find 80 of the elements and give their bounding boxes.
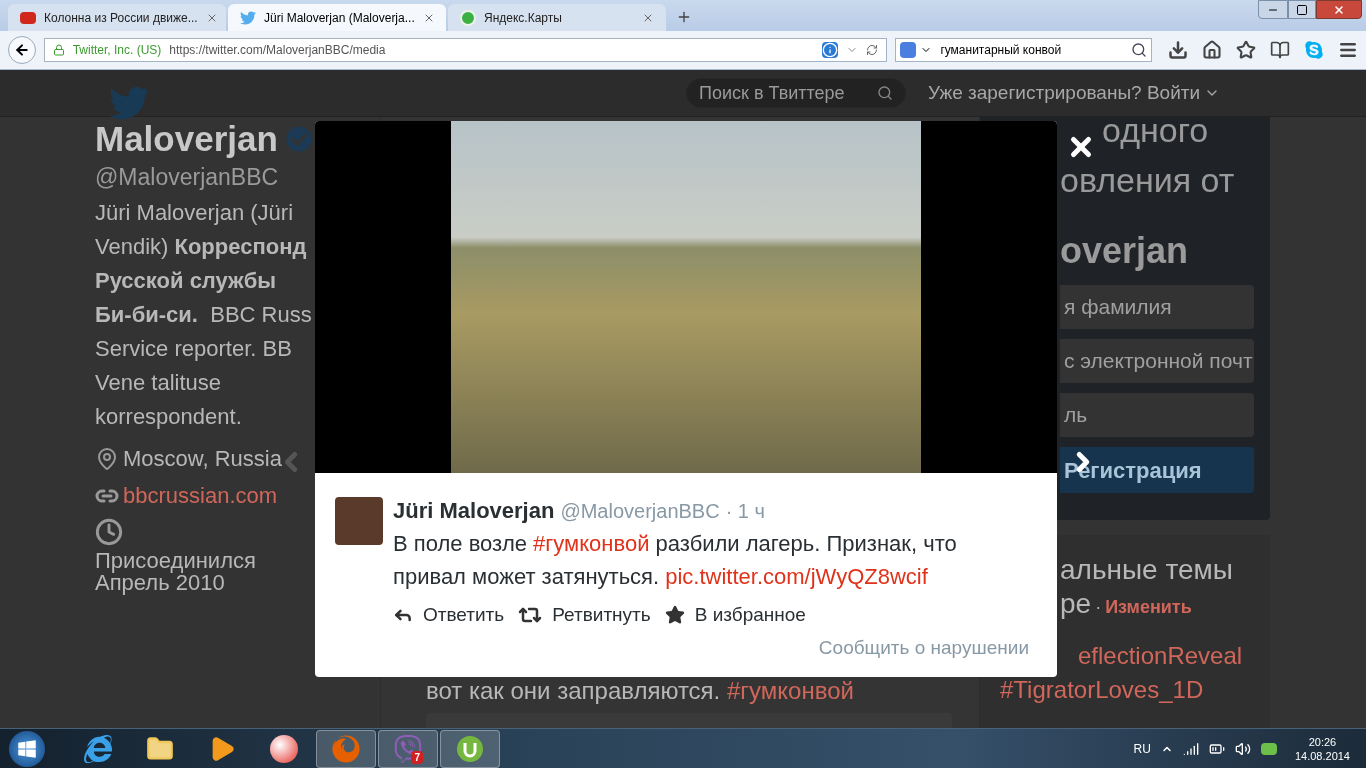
maximize-icon [1296,3,1308,16]
verified-icon [285,126,312,152]
firefox-icon [332,734,360,763]
website-link[interactable]: bbcrussian.com [123,479,278,512]
signup-button[interactable]: Регистрация [1060,447,1254,493]
download-icon[interactable] [1168,40,1188,60]
search-engine-icon[interactable] [900,42,917,58]
trends-title: ре [1060,587,1092,621]
site-identity[interactable]: Twitter, Inc. (US) [72,41,162,59]
profile-location: Moscow, Russia [123,445,282,473]
profile-name: Maloverjan [95,118,278,160]
browser-tab[interactable]: Колонна из России движе... [8,4,226,31]
menu-icon[interactable] [1338,40,1358,60]
notification-badge: 7 [411,750,423,764]
bird-icon [240,9,256,26]
trends-title: альные темы [1060,553,1234,587]
signup-name: overjan [1060,229,1190,273]
phone-bubble-icon [394,734,422,763]
favicon-icon [20,11,36,24]
signup-heading: овления от [1060,161,1236,199]
input-field[interactable]: ль [1060,393,1254,437]
tweet-link[interactable]: #гумконвой [726,677,854,704]
folder-icon [146,734,174,763]
login-link[interactable]: Уже зарегистрированы? Войти [928,78,1221,108]
maximize-button[interactable] [1288,0,1316,19]
search-field[interactable]: Поиск в Твиттере [686,78,906,108]
taskbar-app[interactable] [440,729,500,768]
tweet-time[interactable]: · 1 ч [725,497,765,525]
clock[interactable]: 20:26 14.08.2014 [1294,734,1350,763]
profile-bio: Jüri Maloverjan (Jüri Vendik) Корреспонд Русской службы Би-би-си. BBC Russ Service reporter. BB Vene talituse korrespondent. [95,199,313,431]
trend-link[interactable]: eflectionReveal [1078,639,1270,673]
tweet-text: вот как они заправляются. #гумконвой [426,677,855,705]
close-icon [1333,3,1345,16]
clock-icon [95,518,123,546]
favicon-icon [460,9,476,26]
lock-icon [52,44,65,56]
join-date: Присоединился Апрель 2010 [95,550,257,594]
search-icon[interactable] [1131,42,1147,58]
network-icon[interactable] [1260,742,1277,755]
reload-icon[interactable] [866,44,879,56]
signal-icon[interactable] [1182,740,1199,757]
tweet-action[interactable]: Ретвитнуть [518,601,651,630]
browser-tab[interactable]: Jüri Maloverjan (Maloverja... [228,4,446,31]
search-icon[interactable] [877,85,893,101]
browser-tab[interactable]: Яндекс.Карты [448,4,666,31]
info-icon[interactable] [822,42,839,58]
tweet-link[interactable]: #гумконвой [533,531,650,556]
change-link[interactable]: Изменить [1105,594,1192,621]
signup-heading: одного [1102,111,1210,149]
windows-logo-icon [17,738,37,759]
close-button[interactable] [1316,0,1362,19]
input-field[interactable]: с электронной почт [1060,339,1254,383]
author-handle: @MaloverjanBBC [560,499,720,524]
bookmarks-icon[interactable] [1270,40,1290,60]
new-tab-icon[interactable] [676,9,692,25]
input-field[interactable]: я фамилия [1060,285,1254,329]
tweet-action[interactable]: В избранное [664,601,806,630]
search-field[interactable]: гуманитарный конвой [895,38,1152,62]
torrent-icon [456,734,484,763]
author-name[interactable]: Jüri Maloverjan [393,497,555,525]
separator-dot: · [1095,596,1102,619]
browser-icon [84,734,112,763]
tweet-action[interactable]: Ответить [393,601,505,630]
trend-link[interactable]: #TigratorLoves_1D [1000,673,1270,707]
star-icon [664,605,685,626]
back-icon [13,42,30,58]
url-field[interactable]: Twitter, Inc. (US) https://twitter.com/MaloverjanBBC/media [43,38,888,62]
taskbar-app[interactable]: 7 [378,729,438,768]
bookmark-star-icon[interactable] [1236,40,1256,60]
report-link[interactable]: Сообщить о нарушении [818,633,1029,662]
tweet-text: В поле возле #гумконвой разбили лагерь. Признак, что привал может затянуться. pic.twitter.com/jWyQZ8wcif [393,530,958,591]
location-pin-icon [95,446,119,471]
home-icon[interactable] [1202,40,1222,60]
volume-icon[interactable] [1234,740,1251,757]
tweet-link[interactable]: pic.twitter.com/jWyQZ8wcif [665,564,928,589]
start-button[interactable] [9,730,45,767]
back-button[interactable] [8,36,36,64]
avatar-photo [335,497,383,545]
profile-handle: @MaloverjanBBC [95,163,280,192]
language-indicator[interactable]: RU [1133,739,1151,758]
